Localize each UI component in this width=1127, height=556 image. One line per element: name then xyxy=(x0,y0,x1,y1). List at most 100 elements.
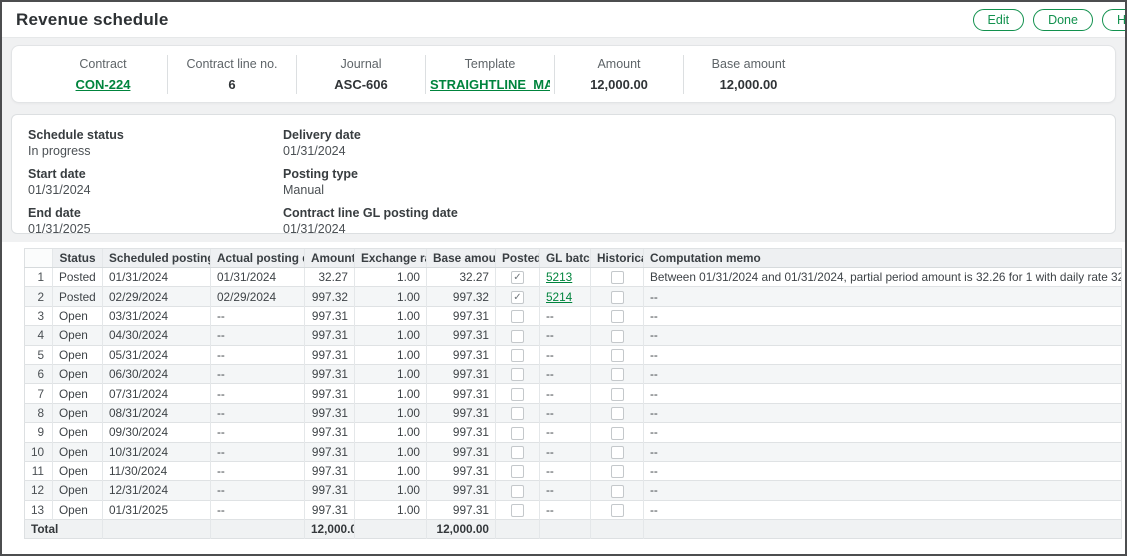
exchange-rate-cell: 1.00 xyxy=(355,384,427,403)
exchange-rate-cell: 1.00 xyxy=(355,442,427,461)
scheduled-posting-date-cell: 05/31/2024 xyxy=(103,345,211,364)
status-cell: Open xyxy=(53,403,103,422)
scheduled-posting-date-cell: 02/29/2024 xyxy=(103,287,211,306)
amount-cell: 997.31 xyxy=(305,403,355,422)
exchange-rate-cell: 1.00 xyxy=(355,287,427,306)
base-amount-cell: 997.31 xyxy=(427,364,496,383)
base-amount-cell: 997.31 xyxy=(427,461,496,480)
table-row: 6Open06/30/2024--997.311.00997.31---- xyxy=(25,364,1122,383)
computation-memo-cell: -- xyxy=(644,403,1122,422)
historical-checkbox[interactable] xyxy=(611,485,624,498)
base-amount-cell: 997.31 xyxy=(427,403,496,422)
posted-checkbox[interactable] xyxy=(511,407,524,420)
historical-checkbox[interactable] xyxy=(611,349,624,362)
posted-checkbox[interactable] xyxy=(511,330,524,343)
exchange-rate-cell: 1.00 xyxy=(355,306,427,325)
detail-field-contract-line-gl-posting-date: Contract line GL posting date01/31/2024 xyxy=(283,206,458,236)
summary-item-journal: JournalASC-606 xyxy=(297,55,426,94)
historical-cell xyxy=(591,403,644,422)
computation-memo-cell: -- xyxy=(644,306,1122,325)
posted-checkbox[interactable] xyxy=(511,465,524,478)
posted-checkbox[interactable] xyxy=(511,368,524,381)
done-button[interactable]: Done xyxy=(1033,9,1093,31)
historical-checkbox[interactable] xyxy=(611,310,624,323)
actual-posting-date-cell: -- xyxy=(211,403,305,422)
posted-checkbox[interactable] xyxy=(511,388,524,401)
row-number: 2 xyxy=(25,287,53,306)
posted-checkbox[interactable] xyxy=(511,485,524,498)
historical-checkbox[interactable] xyxy=(611,388,624,401)
column-header-status: Status xyxy=(53,249,103,268)
historical-checkbox[interactable] xyxy=(611,330,624,343)
summary-value-contract-line-no: 6 xyxy=(172,77,292,92)
posted-checkbox[interactable]: ✓ xyxy=(511,271,524,284)
scheduled-posting-date-cell: 10/31/2024 xyxy=(103,442,211,461)
historical-checkbox[interactable] xyxy=(611,291,624,304)
gl-batch-link[interactable]: 5214 xyxy=(546,290,572,304)
schedule-table-panel: StatusScheduled posting dateActual posti… xyxy=(2,242,1125,539)
table-header-row: StatusScheduled posting dateActual posti… xyxy=(25,249,1122,268)
status-cell: Open xyxy=(53,481,103,500)
summary-item-contract: Contract CON-224 xyxy=(39,55,168,94)
historical-checkbox[interactable] xyxy=(611,504,624,517)
table-row: 13Open01/31/2025--997.311.00997.31---- xyxy=(25,500,1122,519)
schedule-details-card: Schedule statusIn progressStart date01/3… xyxy=(11,114,1116,234)
column-header-exchange-rate: Exchange rate xyxy=(355,249,427,268)
computation-memo-cell: -- xyxy=(644,481,1122,500)
summary-item-base-amount: Base amount12,000.00 xyxy=(684,55,813,94)
details-left-column: Schedule statusIn progressStart date01/3… xyxy=(28,128,283,220)
gl-batch-cell: -- xyxy=(540,364,591,383)
actual-posting-date-cell: -- xyxy=(211,326,305,345)
posted-cell xyxy=(496,403,540,422)
status-cell: Posted xyxy=(53,287,103,306)
amount-cell: 997.31 xyxy=(305,481,355,500)
table-row: 8Open08/31/2024--997.311.00997.31---- xyxy=(25,403,1122,422)
scheduled-posting-date-cell: 03/31/2024 xyxy=(103,306,211,325)
base-amount-cell: 32.27 xyxy=(427,268,496,287)
exchange-rate-cell: 1.00 xyxy=(355,461,427,480)
status-cell: Open xyxy=(53,364,103,383)
table-row: 7Open07/31/2024--997.311.00997.31---- xyxy=(25,384,1122,403)
historical-cell xyxy=(591,326,644,345)
posted-cell xyxy=(496,326,540,345)
posted-cell xyxy=(496,384,540,403)
posted-checkbox[interactable]: ✓ xyxy=(511,291,524,304)
row-number: 6 xyxy=(25,364,53,383)
titlebar-buttons: Edit Done H xyxy=(973,9,1127,31)
summary-value-contract-link[interactable]: CON-224 xyxy=(43,77,163,92)
details-right-column: Delivery date01/31/2024Posting typeManua… xyxy=(283,128,458,220)
row-number: 13 xyxy=(25,500,53,519)
historical-checkbox[interactable] xyxy=(611,407,624,420)
historical-checkbox[interactable] xyxy=(611,427,624,440)
posted-checkbox[interactable] xyxy=(511,504,524,517)
base-amount-cell: 997.31 xyxy=(427,326,496,345)
posted-checkbox[interactable] xyxy=(511,349,524,362)
posted-checkbox[interactable] xyxy=(511,310,524,323)
scheduled-posting-date-cell: 01/31/2024 xyxy=(103,268,211,287)
amount-cell: 997.31 xyxy=(305,423,355,442)
edit-button[interactable]: Edit xyxy=(973,9,1025,31)
historical-cell xyxy=(591,364,644,383)
actual-posting-date-cell: -- xyxy=(211,423,305,442)
amount-cell: 997.31 xyxy=(305,306,355,325)
amount-cell: 997.31 xyxy=(305,461,355,480)
posted-checkbox[interactable] xyxy=(511,446,524,459)
computation-memo-cell: -- xyxy=(644,326,1122,345)
historical-checkbox[interactable] xyxy=(611,368,624,381)
historical-checkbox[interactable] xyxy=(611,446,624,459)
summary-label-contract: Contract xyxy=(43,57,163,71)
historical-cell xyxy=(591,345,644,364)
cutoff-button[interactable]: H xyxy=(1102,9,1127,31)
detail-label-start-date: Start date xyxy=(28,167,283,181)
status-cell: Open xyxy=(53,384,103,403)
posted-cell xyxy=(496,306,540,325)
historical-checkbox[interactable] xyxy=(611,271,624,284)
historical-checkbox[interactable] xyxy=(611,465,624,478)
detail-label-schedule-status: Schedule status xyxy=(28,128,283,142)
posted-cell xyxy=(496,481,540,500)
posted-checkbox[interactable] xyxy=(511,427,524,440)
gl-batch-link[interactable]: 5213 xyxy=(546,270,572,284)
summary-value-template-link[interactable]: STRAIGHTLINE_MANUA xyxy=(430,77,550,92)
scheduled-posting-date-cell: 09/30/2024 xyxy=(103,423,211,442)
exchange-rate-cell: 1.00 xyxy=(355,481,427,500)
